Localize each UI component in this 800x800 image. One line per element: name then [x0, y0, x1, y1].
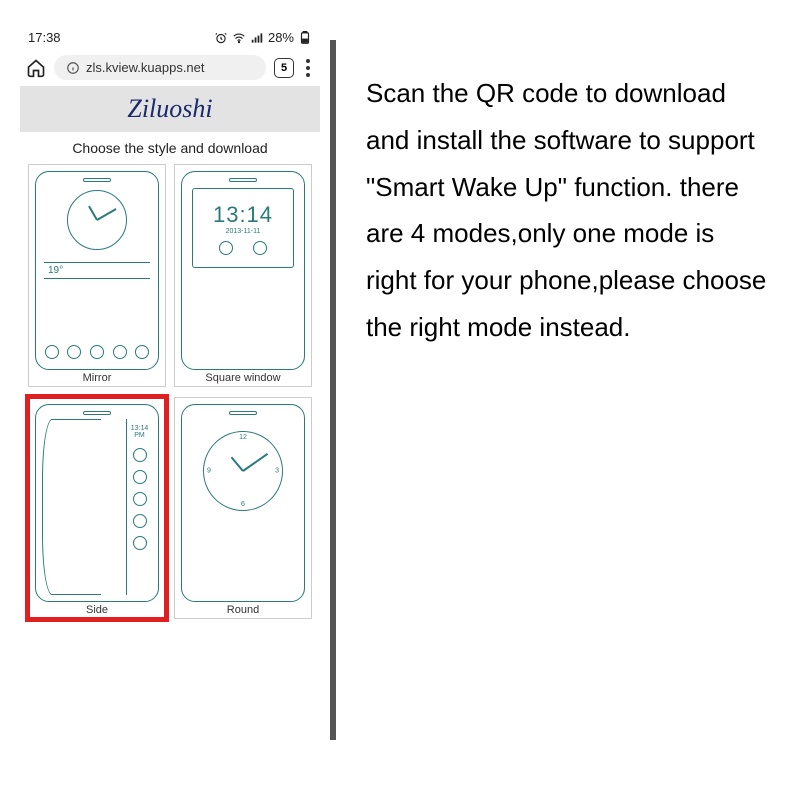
action-icon	[133, 514, 147, 528]
style-label: Round	[227, 602, 259, 616]
url-bar[interactable]: zls.kview.kuapps.net	[54, 55, 266, 80]
action-icon	[133, 536, 147, 550]
phone-screenshot: 17:38 28% zls.kview.kuapps.net 5 Ziluosh…	[0, 0, 330, 800]
signal-icon	[250, 31, 264, 45]
phone-preview: 19°	[35, 171, 159, 370]
url-text: zls.kview.kuapps.net	[86, 60, 205, 75]
browser-bar: zls.kview.kuapps.net 5	[20, 49, 320, 86]
action-icon	[219, 241, 233, 255]
style-label: Square window	[205, 370, 280, 384]
clock-icon	[67, 190, 127, 250]
page-header: Ziluoshi	[20, 86, 320, 132]
action-icon	[133, 492, 147, 506]
action-icon	[133, 448, 147, 462]
battery-text: 28%	[268, 30, 294, 45]
temp-text: 19°	[44, 262, 150, 279]
battery-icon	[298, 31, 312, 45]
style-grid: 19° Mirror 13:14 2013-11-11	[20, 164, 320, 619]
brand-logo: Ziluoshi	[20, 94, 320, 124]
page-subtitle: Choose the style and download	[20, 132, 320, 164]
style-label: Mirror	[83, 370, 112, 384]
style-option-side[interactable]: 13:14PM Side	[28, 397, 166, 620]
preview-time: 13:14	[131, 425, 149, 432]
action-icon	[45, 345, 59, 359]
preview-date: 2013-11-11	[226, 228, 261, 235]
phone-preview: 12 3 6 9	[181, 404, 305, 603]
status-indicators: 28%	[214, 30, 312, 45]
action-icon	[67, 345, 81, 359]
style-option-mirror[interactable]: 19° Mirror	[28, 164, 166, 387]
clock-icon: 12 3 6 9	[203, 431, 283, 511]
preview-time: 13:14	[213, 202, 273, 228]
status-bar: 17:38 28%	[20, 30, 320, 49]
action-icon	[253, 241, 267, 255]
style-label: Side	[86, 602, 108, 616]
home-icon[interactable]	[26, 58, 46, 78]
wifi-icon	[232, 31, 246, 45]
action-icon	[135, 345, 149, 359]
status-time: 17:38	[28, 30, 61, 45]
phone-preview: 13:14 2013-11-11	[181, 171, 305, 370]
menu-icon[interactable]	[306, 59, 310, 77]
style-option-round[interactable]: 12 3 6 9 Round	[174, 397, 312, 620]
phone-preview: 13:14PM	[35, 404, 159, 603]
info-icon	[66, 61, 80, 75]
instructions-text: Scan the QR code to download and install…	[336, 0, 800, 800]
style-option-square[interactable]: 13:14 2013-11-11 Square window	[174, 164, 312, 387]
action-icon	[90, 345, 104, 359]
alarm-icon	[214, 31, 228, 45]
tab-count[interactable]: 5	[274, 58, 294, 78]
action-icon	[113, 345, 127, 359]
action-icon	[133, 470, 147, 484]
